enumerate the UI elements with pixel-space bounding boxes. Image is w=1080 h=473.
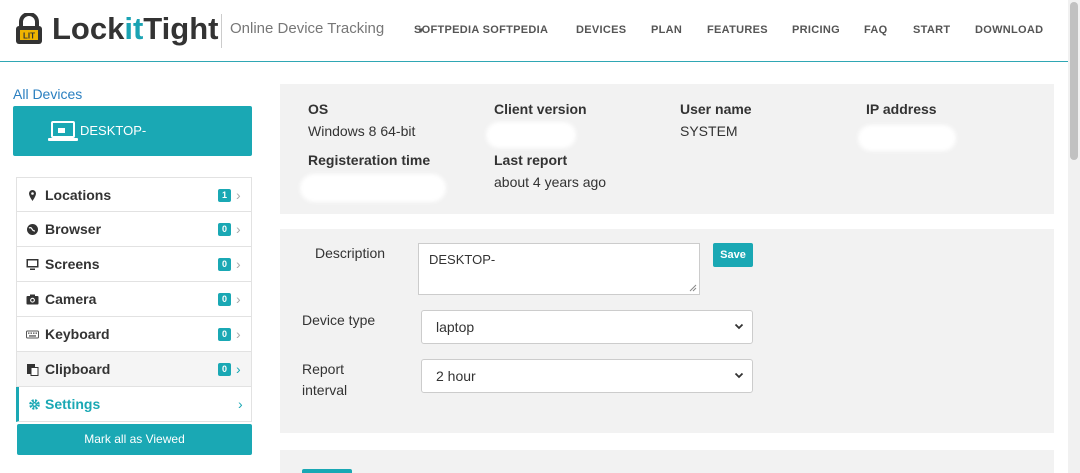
map-pin-icon	[29, 190, 36, 201]
laptop-icon	[48, 121, 78, 141]
redacted-ip-address	[858, 125, 956, 151]
nav-devices[interactable]: DEVICES	[576, 24, 626, 36]
chevron-right-icon: ›	[236, 361, 241, 377]
nav-pricing[interactable]: PRICING	[792, 24, 840, 36]
menu-item-clipboard[interactable]: Clipboard 0 ›	[16, 352, 252, 387]
description-text: DESKTOP-	[429, 252, 496, 267]
device-type-label: Device type	[302, 312, 376, 328]
menu-label: Clipboard	[45, 361, 111, 377]
menu-item-settings[interactable]: Settings ›	[16, 387, 252, 422]
menu-label: Locations	[45, 187, 112, 203]
scrollbar-thumb[interactable]	[1070, 2, 1078, 160]
chevron-down-icon	[734, 372, 744, 379]
bottom-panel	[280, 450, 1054, 473]
nav-features[interactable]: FEATURES	[707, 24, 768, 36]
redacted-client-version	[486, 122, 576, 148]
chevron-right-icon: ›	[238, 396, 243, 412]
all-devices-link[interactable]: All Devices	[13, 86, 82, 102]
report-interval-select[interactable]: 2 hour	[421, 359, 753, 393]
chevron-right-icon: ›	[236, 187, 241, 203]
chevron-right-icon: ›	[236, 256, 241, 272]
menu-item-screens[interactable]: Screens 0 ›	[16, 247, 252, 282]
report-interval-label: Report interval	[302, 361, 348, 398]
page-scrollbar[interactable]	[1068, 0, 1080, 473]
last-report-label: Last report	[494, 152, 568, 168]
description-label: Description	[315, 245, 386, 261]
menu-item-keyboard[interactable]: Keyboard 0 ›	[16, 317, 252, 352]
report-interval-value: 2 hour	[436, 368, 476, 384]
monitor-icon	[26, 259, 39, 270]
nav-start[interactable]: START	[913, 24, 950, 36]
count-badge: 0	[218, 328, 231, 341]
save-button[interactable]: Save	[713, 243, 753, 267]
gear-icon	[29, 399, 40, 410]
selected-device-card[interactable]: DESKTOP-	[13, 106, 252, 156]
count-badge: 1	[218, 189, 231, 202]
main-nav: SOFTPEDIA SOFTPEDIA ▼ DEVICES PLAN FEATUR…	[0, 24, 1068, 40]
menu-label: Settings	[45, 396, 101, 412]
device-info-panel: OS Windows 8 64-bit Client version User …	[280, 84, 1054, 214]
mark-all-viewed-button[interactable]: Mark all as Viewed	[17, 424, 252, 455]
menu-label: Browser	[45, 221, 102, 237]
count-badge: 0	[218, 223, 231, 236]
chevron-right-icon: ›	[236, 326, 241, 342]
camera-icon	[26, 294, 39, 305]
redacted-registration-time	[300, 174, 446, 202]
site-header: LIT LockitTight Online Device Tracking S…	[0, 0, 1068, 62]
resize-handle-icon[interactable]	[689, 284, 697, 292]
last-report-value: about 4 years ago	[494, 174, 607, 190]
keyboard-icon	[26, 330, 39, 339]
os-value: Windows 8 64-bit	[308, 123, 416, 139]
device-menu: Locations 1 › Browser 0 › Screens 0 › Ca…	[16, 177, 252, 422]
menu-item-browser[interactable]: Browser 0 ›	[16, 212, 252, 247]
chevron-down-icon	[734, 323, 744, 330]
menu-label: Camera	[45, 291, 97, 307]
device-type-value: laptop	[436, 319, 475, 335]
os-label: OS	[308, 101, 329, 117]
count-badge: 0	[218, 363, 231, 376]
client-version-label: Client version	[494, 101, 587, 117]
description-textarea[interactable]: DESKTOP-	[418, 243, 700, 295]
chevron-right-icon: ›	[236, 221, 241, 237]
nav-faq[interactable]: FAQ	[864, 24, 888, 36]
menu-item-locations[interactable]: Locations 1 ›	[16, 177, 252, 212]
device-type-select[interactable]: laptop	[421, 310, 753, 344]
device-settings-panel: Description DESKTOP- Save Device type la…	[280, 229, 1054, 433]
nav-plan[interactable]: PLAN	[651, 24, 682, 36]
chevron-right-icon: ›	[236, 291, 241, 307]
user-name-label: User name	[680, 101, 752, 117]
menu-item-camera[interactable]: Camera 0 ›	[16, 282, 252, 317]
device-name: DESKTOP-	[80, 123, 147, 138]
nav-download[interactable]: DOWNLOAD	[975, 24, 1043, 36]
menu-label: Keyboard	[45, 326, 110, 342]
registration-time-label: Registeration time	[308, 152, 431, 168]
toggle-switch[interactable]	[302, 469, 352, 473]
nav-account[interactable]: SOFTPEDIA SOFTPEDIA ▼	[414, 24, 548, 36]
count-badge: 0	[218, 293, 231, 306]
menu-label: Screens	[45, 256, 100, 272]
globe-icon	[27, 224, 38, 235]
ip-address-label: IP address	[866, 101, 937, 117]
clipboard-icon	[27, 364, 39, 376]
count-badge: 0	[218, 258, 231, 271]
user-name-value: SYSTEM	[680, 123, 738, 139]
